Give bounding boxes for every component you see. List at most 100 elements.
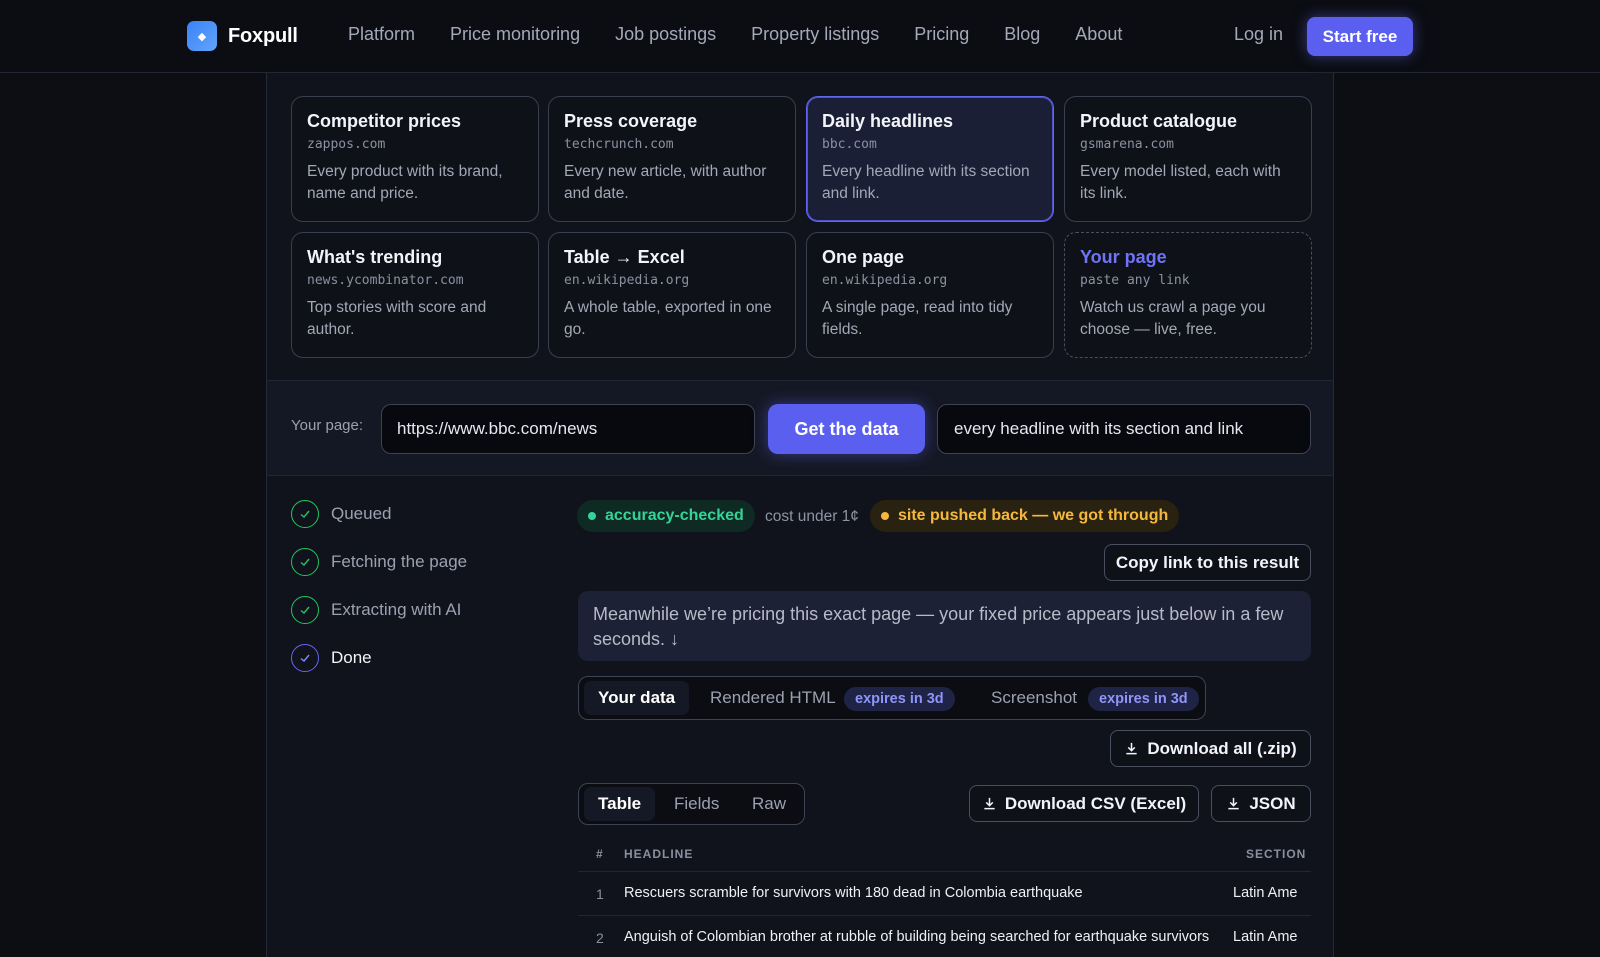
tab-rendered-html[interactable]: Rendered HTML [696, 681, 850, 715]
card-title: Competitor prices [307, 111, 462, 131]
download-icon [1226, 796, 1241, 811]
card-description: Every headline with its section and link… [822, 163, 1030, 202]
card-title: Daily headlines [822, 111, 954, 131]
top-nav: ◆ Foxpull Platform Price monitoring Job … [0, 0, 1600, 73]
url-label: Your page: [291, 417, 364, 434]
card-domain: news.ycombinator.com [307, 273, 464, 288]
result-tabs: Your data Rendered HTML expires in 3d Sc… [578, 676, 1206, 720]
card-domain: bbc.com [822, 137, 877, 152]
download-all-button[interactable]: Download all (.zip) [1110, 730, 1311, 767]
brand-logo[interactable]: ◆ Foxpull [187, 21, 298, 51]
preset-card-table-excel[interactable]: Table → Excel en.wikipedia.org A whole t… [548, 232, 796, 358]
preset-card-one-page[interactable]: One page en.wikipedia.org A single page,… [806, 232, 1054, 358]
card-title: Press coverage [564, 111, 698, 131]
tab-fields[interactable]: Fields [660, 787, 733, 821]
copy-link-button[interactable]: Copy link to this result [1104, 544, 1311, 581]
card-title: Product catalogue [1080, 111, 1238, 131]
demo-panel: Competitor prices zappos.com Every produ… [266, 73, 1334, 957]
download-json-button[interactable]: JSON [1211, 785, 1311, 822]
preset-card-press-coverage[interactable]: Press coverage techcrunch.com Every new … [548, 96, 796, 222]
check-icon [291, 548, 319, 576]
card-description: Every new article, with author and date. [564, 163, 767, 202]
row-section: Latin Ame [1233, 929, 1298, 945]
card-domain: paste any link [1080, 273, 1190, 288]
description-input[interactable]: every headline with its section and link [937, 404, 1311, 454]
preset-card-competitor-prices[interactable]: Competitor prices zappos.com Every produ… [291, 96, 539, 222]
download-csv-label: Download CSV (Excel) [1004, 793, 1187, 813]
start-free-button[interactable]: Start free [1307, 17, 1413, 56]
card-title: One page [822, 247, 905, 267]
step-queued: Queued [291, 500, 392, 528]
preset-card-whats-trending[interactable]: What's trending news.ycombinator.com Top… [291, 232, 539, 358]
pushback-badge: site pushed back — we got through [870, 500, 1180, 532]
nav-link-platform[interactable]: Platform [348, 24, 415, 45]
card-description: Every product with its brand, name and p… [307, 163, 503, 202]
column-header-section: SECTION [1246, 847, 1307, 861]
card-description: Top stories with score and author. [307, 299, 487, 338]
tab-raw[interactable]: Raw [738, 787, 800, 821]
card-domain: zappos.com [307, 137, 386, 152]
step-done: Done [291, 644, 372, 672]
pushback-text: site pushed back — we got through [898, 507, 1169, 524]
step-fetching: Fetching the page [291, 548, 467, 576]
nav-link-job-postings[interactable]: Job postings [615, 24, 716, 45]
table-row[interactable]: 1 Rescuers scramble for survivors with 1… [578, 871, 1311, 915]
nav-link-property-listings[interactable]: Property listings [751, 24, 879, 45]
download-icon [982, 796, 997, 811]
row-section: Latin Ame [1233, 885, 1298, 901]
card-domain: en.wikipedia.org [822, 273, 948, 288]
accuracy-text: accuracy-checked [605, 507, 744, 524]
preset-card-product-catalogue[interactable]: Product catalogue gsmarena.com Every mod… [1064, 96, 1312, 222]
download-json-label: JSON [1249, 793, 1296, 813]
step-extracting: Extracting with AI [291, 596, 461, 624]
step-label: Done [331, 648, 372, 667]
pricing-note: Meanwhile we’re pricing this exact page … [578, 591, 1311, 661]
row-headline: Rescuers scramble for survivors with 180… [624, 885, 1083, 901]
nav-links: Platform Price monitoring Job postings P… [348, 24, 1157, 45]
column-header-number: # [596, 847, 604, 861]
check-icon [291, 500, 319, 528]
row-number: 2 [596, 930, 604, 946]
status-dot-icon [588, 512, 596, 520]
get-data-button[interactable]: Get the data [768, 404, 925, 454]
tab-table[interactable]: Table [584, 787, 656, 821]
url-form: Your page: https://www.bbc.com/news Get … [267, 380, 1333, 476]
download-csv-button[interactable]: Download CSV (Excel) [969, 785, 1199, 822]
url-input[interactable]: https://www.bbc.com/news [381, 404, 755, 454]
tab-your-data[interactable]: Your data [584, 681, 690, 715]
download-icon [1124, 741, 1139, 756]
expiry-badge: expires in 3d [844, 687, 955, 711]
check-icon [291, 644, 319, 672]
login-link[interactable]: Log in [1234, 24, 1283, 45]
card-description: Every model listed, each with its link. [1080, 163, 1281, 202]
accuracy-badge: accuracy-checked [577, 500, 755, 532]
card-title: What's trending [307, 247, 443, 267]
preset-card-daily-headlines[interactable]: Daily headlines bbc.com Every headline w… [806, 96, 1054, 222]
card-domain: en.wikipedia.org [564, 273, 690, 288]
card-description: A single page, read into tidy fields. [822, 299, 1013, 338]
download-all-label: Download all (.zip) [1147, 738, 1297, 758]
logo-icon: ◆ [187, 21, 217, 51]
card-description: Watch us crawl a page you choose — live,… [1080, 299, 1266, 338]
nav-link-blog[interactable]: Blog [1004, 24, 1040, 45]
card-title: Table → Excel [564, 247, 685, 267]
preset-card-your-page[interactable]: Your page paste any link Watch us crawl … [1064, 232, 1312, 358]
tab-screenshot[interactable]: Screenshot [977, 681, 1091, 715]
expiry-badge: expires in 3d [1088, 687, 1199, 711]
row-headline: Anguish of Colombian brother at rubble o… [624, 929, 1210, 945]
cost-text: cost under 1¢ [765, 508, 859, 525]
column-header-headline: HEADLINE [624, 847, 694, 861]
card-domain: techcrunch.com [564, 137, 674, 152]
step-label: Fetching the page [331, 552, 468, 571]
step-label: Queued [331, 504, 392, 523]
status-dot-icon [881, 512, 889, 520]
card-domain: gsmarena.com [1080, 137, 1174, 152]
nav-link-price-monitoring[interactable]: Price monitoring [450, 24, 580, 45]
brand-name: Foxpull [228, 24, 298, 47]
nav-link-pricing[interactable]: Pricing [914, 24, 969, 45]
card-title: Your page [1080, 247, 1167, 267]
check-icon [291, 596, 319, 624]
view-tabs: Table Fields Raw [578, 783, 805, 825]
nav-link-about[interactable]: About [1075, 24, 1122, 45]
table-row[interactable]: 2 Anguish of Colombian brother at rubble… [578, 915, 1311, 957]
